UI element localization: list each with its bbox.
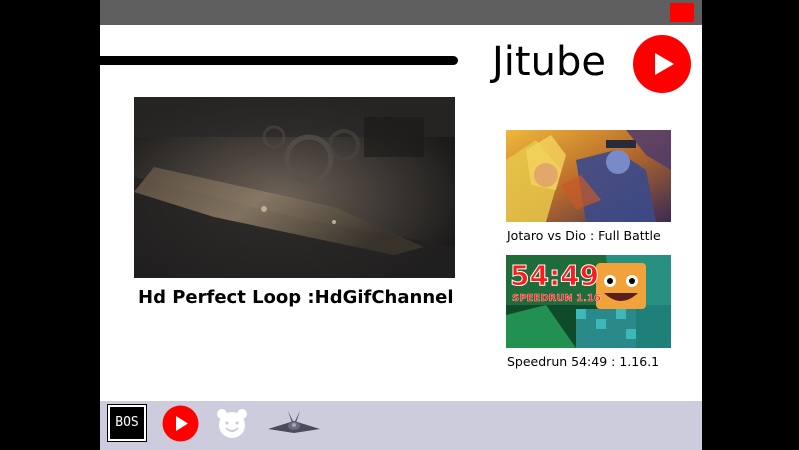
search-bar[interactable]: [100, 56, 458, 65]
app-title: Jitube: [492, 39, 606, 85]
taskbar: BOS: [100, 401, 702, 450]
sidebar-video-title[interactable]: Speedrun 54:49 : 1.16.1: [507, 354, 659, 369]
jotaro-dio-thumbnail-image: [506, 130, 671, 222]
jet-plane-icon[interactable]: [266, 407, 322, 437]
title-bar: [100, 0, 702, 25]
bos-icon[interactable]: BOS: [107, 404, 147, 442]
sidebar-video-thumbnail[interactable]: 54:49 SPEEDRUN 1.16: [506, 255, 671, 348]
main-video-title[interactable]: Hd Perfect Loop :HdGifChannel: [138, 287, 458, 308]
main-video-frame: [134, 97, 455, 278]
thumb-subtext: SPEEDRUN 1.16: [512, 293, 601, 304]
main-video-player[interactable]: [134, 97, 455, 278]
close-button[interactable]: [670, 3, 694, 22]
jitube-play-icon[interactable]: [162, 405, 199, 442]
play-logo-icon[interactable]: [632, 34, 692, 94]
thumb-time-text: 54:49: [510, 259, 599, 292]
sidebar-video-thumbnail[interactable]: [506, 130, 671, 222]
bos-label: BOS: [115, 415, 139, 430]
sidebar-video-title[interactable]: Jotaro vs Dio : Full Battle: [507, 228, 661, 243]
app-window: Jitube Hd Perfect Loop:HdGifChannel Jot…: [100, 0, 702, 450]
bear-face-icon[interactable]: [215, 406, 249, 440]
speedrun-thumbnail-image: 54:49 SPEEDRUN 1.16: [506, 255, 671, 348]
